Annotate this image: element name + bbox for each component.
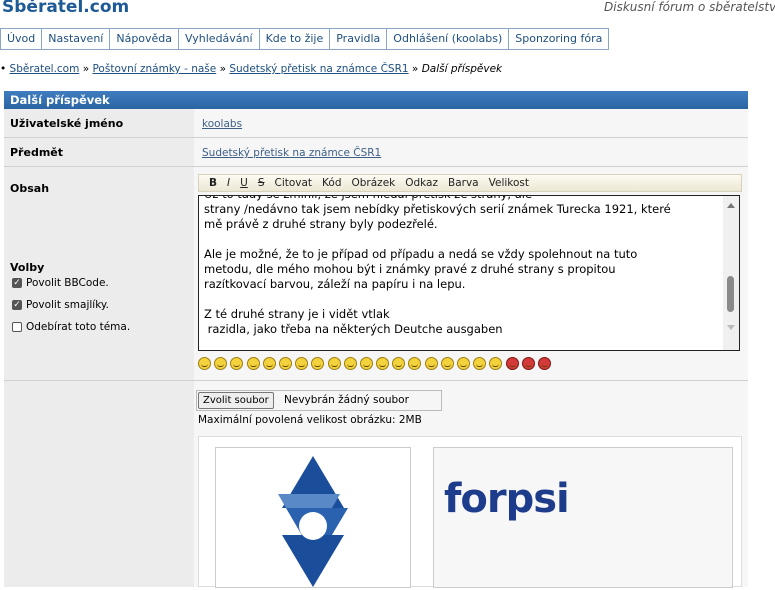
- strike-button[interactable]: S: [258, 177, 265, 189]
- nav-search[interactable]: Vyhledávání: [179, 29, 260, 49]
- smiley-icon[interactable]: [230, 357, 244, 370]
- size-button[interactable]: Velikost: [489, 177, 529, 189]
- option-smilies[interactable]: ✓ Povolit smajlíky.: [12, 299, 109, 311]
- breadcrumb: • Sběratel.com » Poštovní známky - naše …: [0, 63, 503, 75]
- bold-button[interactable]: B: [209, 177, 217, 189]
- smiley-icon[interactable]: [359, 357, 373, 370]
- smiley-icon[interactable]: [424, 357, 438, 370]
- smiley-icon[interactable]: [343, 357, 357, 370]
- star-logo-icon: [278, 456, 348, 587]
- main-nav: Úvod Nastavení Nápověda Vyhledávání Kde …: [0, 28, 610, 50]
- underline-button[interactable]: U: [240, 177, 248, 189]
- options-label: Volby: [10, 261, 45, 274]
- nav-whos-online[interactable]: Kde to žije: [260, 29, 331, 49]
- scroll-up-icon[interactable]: [727, 203, 735, 208]
- bbcode-checkbox[interactable]: ✓: [12, 278, 22, 288]
- nav-logout[interactable]: Odhlášení (koolabs): [387, 29, 510, 49]
- message-textarea[interactable]: Už to tady se zmínil, že jsem hledal pře…: [198, 195, 740, 351]
- smiley-icon[interactable]: [489, 357, 503, 370]
- username-row: Uživatelské jméno koolabs: [4, 109, 748, 138]
- smiley-icon[interactable]: [440, 357, 454, 370]
- smiley-icon[interactable]: [327, 357, 341, 370]
- italic-button[interactable]: I: [227, 177, 230, 189]
- image-button[interactable]: Obrázek: [352, 177, 396, 189]
- smiley-icon[interactable]: [262, 357, 276, 370]
- link-button[interactable]: Odkaz: [405, 177, 438, 189]
- breadcrumb-topic[interactable]: Sudetský přetisk na známce ČSR1: [229, 63, 408, 75]
- option-bbcode[interactable]: ✓ Povolit BBCode.: [12, 277, 109, 289]
- scroll-thumb[interactable]: [727, 276, 734, 312]
- nav-sponsoring[interactable]: Sponzoring fóra: [509, 29, 610, 49]
- advert-area: forpsi: [198, 436, 742, 588]
- editor-scrollbar[interactable]: [723, 196, 739, 350]
- subject-link[interactable]: Sudetský přetisk na známce ČSR1: [202, 147, 381, 159]
- smiley-icon[interactable]: [392, 357, 406, 370]
- breadcrumb-current: Další příspěvek: [421, 63, 503, 75]
- smiley-icon[interactable]: [295, 357, 309, 370]
- subject-row: Předmět Sudetský přetisk na známce ČSR1: [4, 138, 748, 167]
- code-button[interactable]: Kód: [322, 177, 341, 189]
- subject-label: Předmět: [4, 138, 194, 166]
- nav-settings[interactable]: Nastavení: [42, 29, 111, 49]
- content-label-cell: Obsah Volby: [4, 167, 194, 380]
- smiley-icon[interactable]: [278, 357, 292, 370]
- smiley-icon[interactable]: [198, 357, 211, 370]
- choose-file-button[interactable]: Zvolit soubor: [198, 392, 274, 409]
- subscribe-checkbox[interactable]: [12, 322, 22, 332]
- quote-button[interactable]: Citovat: [274, 177, 312, 189]
- max-size-note: Maximální povolená velikost obrázku: 2MB: [198, 414, 422, 426]
- smiley-icon[interactable]: [408, 357, 422, 370]
- smiley-icon[interactable]: [376, 357, 390, 370]
- smilies-checkbox[interactable]: ✓: [12, 300, 22, 310]
- nav-rules[interactable]: Pravidla: [330, 29, 388, 49]
- nav-home[interactable]: Úvod: [0, 29, 43, 49]
- color-button[interactable]: Barva: [448, 177, 479, 189]
- form-title: Další příspěvek: [4, 91, 748, 109]
- advert-logo-left[interactable]: [215, 447, 411, 588]
- site-header: Sběratel.com Diskusní fórum o sběratelst…: [0, 0, 775, 22]
- file-status: Nevybrán žádný soubor: [284, 394, 409, 406]
- smiley-icon[interactable]: [246, 357, 260, 370]
- smilies-bar: [198, 357, 554, 370]
- content-label: Obsah: [10, 182, 50, 195]
- breadcrumb-forum[interactable]: Poštovní známky - naše: [92, 63, 216, 75]
- bbcode-toolbar: B I U S Citovat Kód Obrázek Odkaz Barva …: [198, 174, 742, 192]
- advert-forpsi[interactable]: forpsi: [433, 447, 733, 588]
- option-subscribe[interactable]: Odebírat toto téma.: [12, 321, 130, 333]
- smiley-icon[interactable]: [473, 357, 487, 370]
- scroll-down-icon[interactable]: [727, 325, 735, 330]
- devil-smiley-icon[interactable]: [505, 357, 519, 370]
- username-link[interactable]: koolabs: [202, 118, 242, 130]
- devil-smiley-icon[interactable]: [537, 357, 551, 370]
- breadcrumb-home[interactable]: Sběratel.com: [10, 63, 80, 75]
- site-tagline: Diskusní fórum o sběratelství: [604, 0, 775, 14]
- message-text: Už to tady se zmínil, že jsem hledal pře…: [204, 196, 671, 336]
- forpsi-logo: forpsi: [444, 476, 570, 522]
- username-label: Uživatelské jméno: [4, 109, 194, 137]
- devil-smiley-icon[interactable]: [521, 357, 535, 370]
- smiley-icon[interactable]: [457, 357, 470, 370]
- site-title[interactable]: Sběratel.com: [2, 0, 129, 17]
- smiley-icon[interactable]: [214, 357, 228, 370]
- nav-help[interactable]: Nápověda: [110, 29, 180, 49]
- smiley-icon[interactable]: [311, 357, 325, 370]
